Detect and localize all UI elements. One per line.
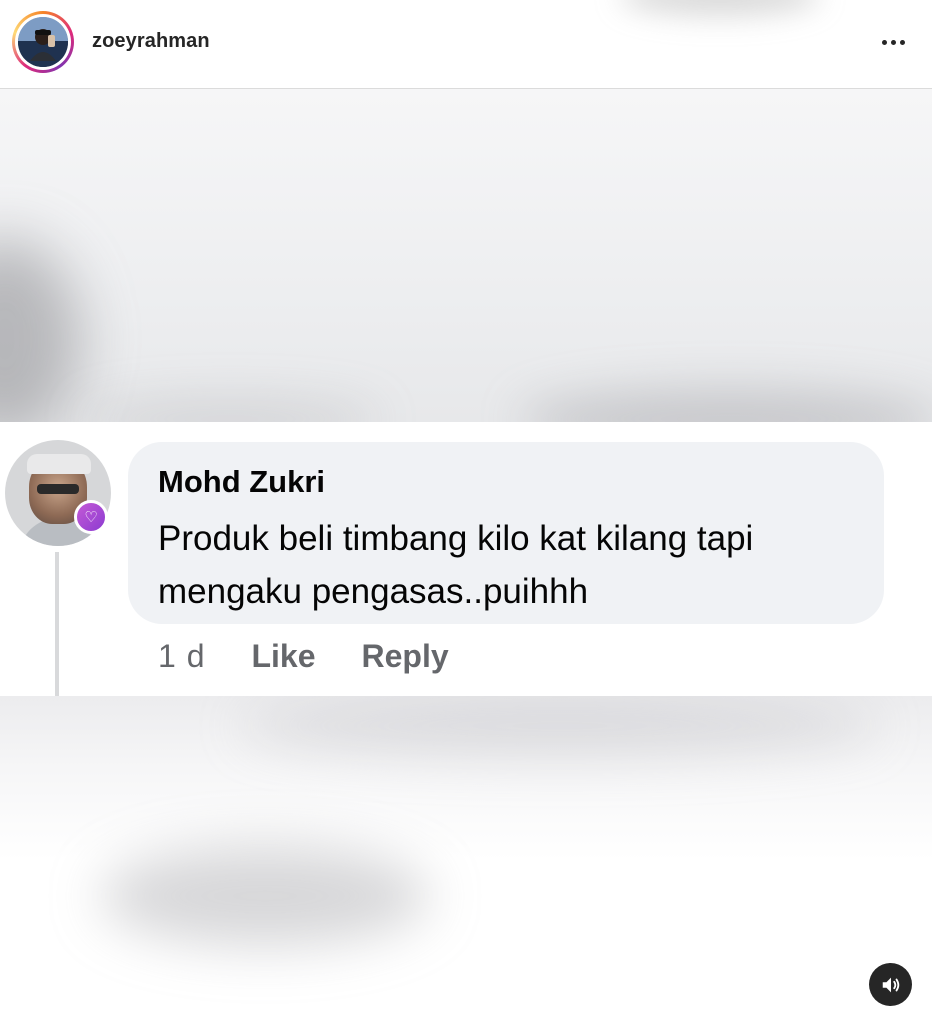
comment-author: Mohd Zukri bbox=[158, 464, 326, 499]
blurred-shape bbox=[100, 846, 430, 946]
more-dot bbox=[899, 39, 905, 45]
heart-badge-icon: ♡ bbox=[74, 500, 108, 534]
blurred-shape bbox=[80, 399, 380, 422]
speaker-icon[interactable] bbox=[869, 963, 912, 1006]
comment-actions: 1 d Like Reply bbox=[158, 638, 449, 675]
reply-button: Reply bbox=[361, 638, 449, 674]
more-dot bbox=[890, 39, 896, 45]
more-horizontal-icon[interactable] bbox=[876, 28, 910, 56]
avatar-border bbox=[15, 14, 71, 70]
comment-timestamp: 1 d bbox=[158, 638, 206, 674]
profile-photo-icon bbox=[18, 17, 68, 67]
blurred-shape bbox=[0, 239, 80, 422]
video-backdrop-top bbox=[0, 89, 932, 422]
like-button: Like bbox=[251, 638, 316, 674]
video-backdrop-bottom bbox=[0, 696, 932, 1024]
blurred-shape bbox=[620, 0, 820, 16]
thread-line bbox=[55, 552, 59, 696]
post-page: zoeyrahman ♡ Mohd Zukri Produk beli timb… bbox=[0, 0, 932, 1024]
avatar-hat bbox=[27, 454, 91, 474]
blurred-shape bbox=[520, 389, 932, 422]
comment-card: ♡ Mohd Zukri Produk beli timbang kilo ka… bbox=[0, 422, 932, 696]
post-header: zoeyrahman bbox=[0, 0, 932, 89]
comment-text: Produk beli timbang kilo kat kilang tapi… bbox=[158, 519, 754, 611]
avatar[interactable] bbox=[12, 11, 74, 73]
comment-bubble: Mohd Zukri Produk beli timbang kilo kat … bbox=[128, 442, 884, 624]
blurred-shape bbox=[240, 696, 880, 756]
more-dot bbox=[881, 39, 887, 45]
username[interactable]: zoeyrahman bbox=[92, 30, 210, 53]
avatar-glasses bbox=[37, 484, 79, 494]
